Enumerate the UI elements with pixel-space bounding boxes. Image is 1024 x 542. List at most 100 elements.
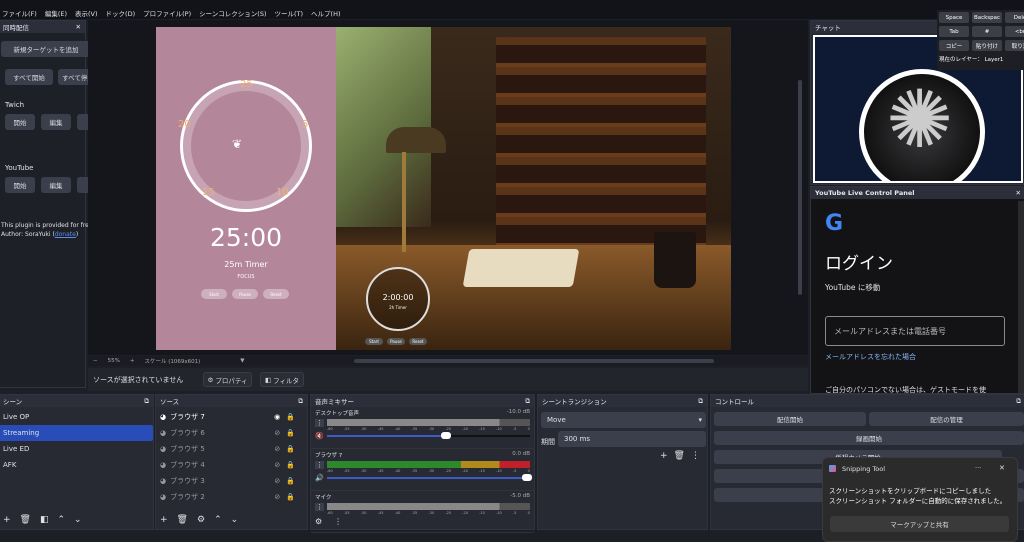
- eye-hidden-icon[interactable]: ⊘: [274, 445, 280, 453]
- transition-select[interactable]: Move ▾: [541, 412, 706, 428]
- eye-hidden-icon[interactable]: ⊘: [274, 461, 280, 469]
- key-paste[interactable]: 貼り付け: [972, 40, 1002, 51]
- markup-share-button[interactable]: マークアップと共有: [830, 516, 1009, 532]
- filter-icon[interactable]: ◧: [40, 515, 49, 525]
- trash-icon[interactable]: 🗑: [20, 515, 31, 525]
- muted-speaker-icon[interactable]: 🔇: [315, 432, 324, 440]
- chevron-up-icon[interactable]: ⌃: [214, 515, 222, 525]
- key-br[interactable]: <br: [1005, 26, 1024, 37]
- chevron-down-icon[interactable]: ▼: [240, 358, 244, 364]
- add-icon[interactable]: +: [660, 451, 668, 461]
- vertical-scrollbar[interactable]: [1018, 201, 1024, 393]
- horizontal-scrollbar[interactable]: [354, 359, 715, 363]
- target-edit-button[interactable]: 編集: [41, 177, 71, 193]
- scene-item[interactable]: Live OP: [0, 409, 153, 425]
- chevron-down-icon[interactable]: ⌄: [74, 515, 82, 525]
- filters-button[interactable]: ◧ フィルタ: [260, 372, 304, 387]
- more-icon[interactable]: ···: [975, 464, 981, 472]
- key-hash[interactable]: #: [972, 26, 1002, 37]
- channel-menu-button[interactable]: ⋮: [315, 503, 324, 511]
- key-tab[interactable]: Tab: [939, 26, 969, 37]
- undock-icon[interactable]: ⧉: [525, 397, 530, 406]
- target-start-button[interactable]: 開始: [5, 114, 35, 130]
- close-icon[interactable]: ✕: [999, 464, 1005, 472]
- chevron-up-icon[interactable]: ⌃: [58, 515, 66, 525]
- add-target-button[interactable]: 新規ターゲットを追加: [1, 41, 91, 57]
- lock-icon[interactable]: 🔒: [286, 413, 295, 421]
- source-item[interactable]: ◕ ブラウザ 4 ⊘ 🔒: [156, 457, 307, 473]
- zoom-in-button[interactable]: +: [130, 358, 135, 364]
- donate-link[interactable]: donate: [55, 231, 76, 238]
- lock-icon[interactable]: 🔒: [286, 461, 295, 469]
- undock-icon[interactable]: ⧉: [144, 397, 149, 406]
- volume-slider-handle[interactable]: [440, 432, 451, 439]
- duration-input[interactable]: 300 ms: [558, 431, 706, 447]
- undock-icon[interactable]: ⧉: [298, 397, 303, 406]
- more-icon[interactable]: ⋮: [691, 451, 700, 461]
- properties-button[interactable]: ⚙ プロパティ: [203, 372, 252, 387]
- start-all-button[interactable]: すべて開始: [5, 69, 53, 85]
- key-space[interactable]: Space: [939, 12, 969, 23]
- lock-icon[interactable]: 🔒: [286, 445, 295, 453]
- volume-slider[interactable]: [327, 432, 530, 439]
- speaker-icon[interactable]: 🔊: [315, 474, 324, 482]
- gear-icon[interactable]: ⚙: [315, 517, 322, 526]
- preview-area[interactable]: 25 5 10 15 20 ❦ 25:00 25m Timer FOCUS St…: [88, 20, 808, 355]
- volume-slider[interactable]: [327, 474, 532, 481]
- scene-item[interactable]: AFK: [0, 457, 153, 473]
- close-icon[interactable]: ✕: [76, 23, 81, 31]
- eye-hidden-icon[interactable]: ⊘: [274, 477, 280, 485]
- source-item[interactable]: ◕ ブラウザ 2 ⊘ 🔒: [156, 489, 307, 505]
- lock-icon[interactable]: 🔒: [286, 493, 295, 501]
- forgot-email-link[interactable]: メールアドレスを忘れた場合: [825, 352, 916, 362]
- chevron-down-icon[interactable]: ⌄: [231, 515, 239, 525]
- menu-dock[interactable]: ドック(D): [106, 8, 136, 18]
- key-backspace[interactable]: Backspac: [972, 12, 1002, 23]
- menu-scene-collection[interactable]: シーンコレクション(S): [199, 8, 266, 18]
- target-edit-button[interactable]: 編集: [41, 114, 71, 130]
- eye-hidden-icon[interactable]: ⊘: [274, 493, 280, 501]
- eye-hidden-icon[interactable]: ⊘: [274, 429, 280, 437]
- dial-tick: 10: [276, 187, 289, 198]
- add-icon[interactable]: +: [160, 515, 168, 525]
- start-streaming-button[interactable]: 配信開始: [714, 412, 866, 426]
- email-field[interactable]: メールアドレスまたは電話番号: [825, 316, 1005, 346]
- add-icon[interactable]: +: [3, 515, 11, 525]
- key-delete[interactable]: Dele: [1005, 12, 1024, 23]
- manage-broadcast-button[interactable]: 配信の管理: [869, 412, 1024, 426]
- menu-profile[interactable]: プロファイル(P): [143, 8, 191, 18]
- scale-dropdown[interactable]: スケール (1069x601): [144, 357, 200, 365]
- undock-icon[interactable]: ⧉: [1016, 397, 1021, 406]
- menu-file[interactable]: ファイル(F): [2, 8, 37, 18]
- preview-vertical-scrollbar[interactable]: [798, 80, 802, 295]
- volume-slider-handle[interactable]: [522, 474, 532, 481]
- menu-help[interactable]: ヘルプ(H): [311, 8, 340, 18]
- menu-edit[interactable]: 編集(E): [45, 8, 67, 18]
- lock-icon[interactable]: 🔒: [286, 429, 295, 437]
- menu-view[interactable]: 表示(V): [75, 8, 98, 18]
- channel-menu-button[interactable]: ⋮: [315, 419, 324, 427]
- target-start-button[interactable]: 開始: [5, 177, 35, 193]
- key-undo[interactable]: 取り消: [1005, 40, 1024, 51]
- meter-scale-label: -60: [327, 511, 333, 515]
- close-icon[interactable]: ✕: [1016, 189, 1021, 197]
- source-item[interactable]: ◕ ブラウザ 6 ⊘ 🔒: [156, 425, 307, 441]
- key-copy[interactable]: コピー: [939, 40, 969, 51]
- bookshelf: [496, 37, 706, 247]
- menu-tools[interactable]: ツール(T): [274, 8, 303, 18]
- trash-icon[interactable]: 🗑: [674, 451, 685, 461]
- zoom-out-button[interactable]: −: [93, 358, 98, 364]
- gear-icon[interactable]: ⚙: [197, 515, 205, 525]
- source-item[interactable]: ◕ ブラウザ 3 ⊘ 🔒: [156, 473, 307, 489]
- source-item[interactable]: ◕ ブラウザ 7 ◉ 🔒: [156, 409, 307, 425]
- trash-icon[interactable]: 🗑: [177, 515, 188, 525]
- source-item[interactable]: ◕ ブラウザ 5 ⊘ 🔒: [156, 441, 307, 457]
- scene-item[interactable]: Live ED: [0, 441, 153, 457]
- undock-icon[interactable]: ⧉: [698, 397, 703, 406]
- more-icon[interactable]: ⋮: [334, 517, 342, 526]
- scene-item-selected[interactable]: Streaming: [0, 425, 153, 441]
- eye-icon[interactable]: ◉: [274, 413, 280, 421]
- channel-menu-button[interactable]: ⋮: [315, 461, 324, 469]
- lock-icon[interactable]: 🔒: [286, 477, 295, 485]
- start-recording-button[interactable]: 録画開始: [714, 431, 1024, 445]
